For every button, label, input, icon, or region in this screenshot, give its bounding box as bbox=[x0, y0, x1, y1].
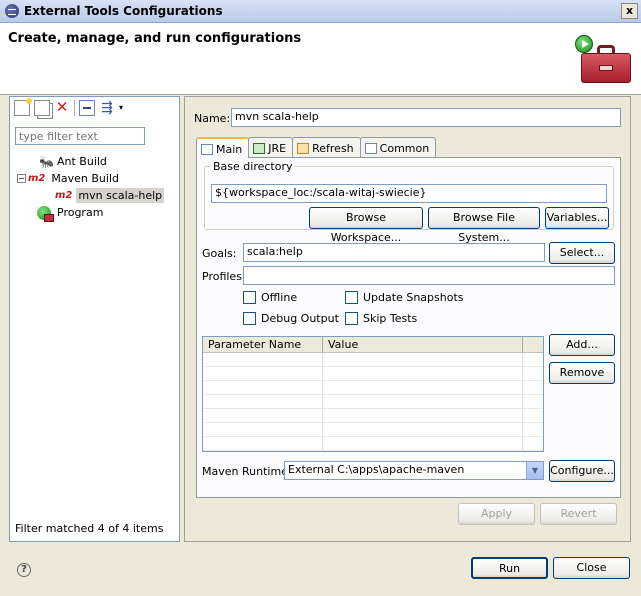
toolbox-icon bbox=[575, 35, 633, 87]
goals-input[interactable]: scala:help bbox=[243, 243, 545, 262]
maven-runtime-value: External C:\apps\apache-maven bbox=[288, 463, 465, 476]
table-row[interactable] bbox=[203, 381, 543, 395]
name-label: Name: bbox=[194, 112, 231, 125]
jre-tab-icon bbox=[253, 143, 266, 154]
tab-jre[interactable]: JRE bbox=[248, 137, 294, 157]
tree-item-label: Ant Build bbox=[57, 155, 107, 168]
tab-refresh[interactable]: Refresh bbox=[292, 137, 361, 157]
run-play-icon bbox=[575, 35, 593, 53]
run-button[interactable]: Run bbox=[471, 557, 548, 579]
table-row[interactable] bbox=[203, 423, 543, 437]
tree-item-label: mvn scala-help bbox=[76, 188, 165, 203]
tab-label: Common bbox=[379, 142, 430, 155]
ant-icon: 🐜 bbox=[39, 154, 54, 169]
skip-tests-checkbox[interactable]: Skip Tests bbox=[345, 312, 417, 325]
add-parameter-button[interactable]: Add... bbox=[549, 334, 615, 356]
parameters-table-header: Parameter Name Value bbox=[203, 337, 543, 353]
name-input[interactable]: mvn scala-help bbox=[231, 108, 621, 127]
filter-status: Filter matched 4 of 4 items bbox=[15, 522, 164, 535]
tree-item-label: Maven Build bbox=[51, 172, 119, 185]
toolbox-latch bbox=[599, 65, 613, 71]
goals-label: Goals: bbox=[202, 247, 237, 260]
filter-icon[interactable]: ⇶ bbox=[99, 100, 115, 116]
parameters-table[interactable]: Parameter Name Value bbox=[202, 336, 544, 452]
base-directory-input[interactable]: ${workspace_loc:/scala-witaj-swiecie} bbox=[211, 184, 607, 203]
dialog-heading: Create, manage, and run configurations bbox=[8, 31, 302, 46]
refresh-tab-icon bbox=[297, 143, 310, 154]
maven-runtime-label: Maven Runtime: bbox=[202, 465, 292, 478]
table-row[interactable] bbox=[203, 409, 543, 423]
checkbox-box[interactable] bbox=[243, 312, 256, 325]
browse-file-system-button[interactable]: Browse File System... bbox=[428, 207, 540, 244]
update-snapshots-checkbox[interactable]: Update Snapshots bbox=[345, 291, 464, 304]
revert-button[interactable]: Revert bbox=[540, 503, 617, 525]
m2-icon: m2 bbox=[55, 190, 73, 201]
window-title: External Tools Configurations bbox=[24, 4, 223, 18]
checkbox-label: Offline bbox=[261, 291, 298, 304]
remove-parameter-button[interactable]: Remove bbox=[549, 362, 615, 384]
main-tab-content: Base directory ${workspace_loc:/scala-wi… bbox=[196, 157, 621, 498]
tab-main[interactable]: Main bbox=[196, 137, 250, 158]
checkbox-label: Skip Tests bbox=[363, 312, 418, 325]
eclipse-icon bbox=[5, 4, 19, 18]
base-directory-group: Base directory ${workspace_loc:/scala-wi… bbox=[204, 160, 614, 244]
duplicate-configuration-icon[interactable] bbox=[34, 99, 50, 116]
tree-item-mvn-scala-help[interactable]: m2 mvn scala-help bbox=[15, 187, 175, 204]
checkbox-box[interactable] bbox=[345, 312, 358, 325]
column-header-parameter-name[interactable]: Parameter Name bbox=[203, 337, 323, 352]
common-tab-icon bbox=[364, 143, 377, 154]
close-button[interactable]: Close bbox=[553, 557, 630, 579]
table-row[interactable] bbox=[203, 353, 543, 367]
configuration-tree: 🐜 Ant Build − m2 Maven Build m2 mvn scal… bbox=[15, 153, 175, 222]
browse-workspace-button[interactable]: Browse Workspace... bbox=[309, 207, 423, 244]
checkbox-label: Debug Output bbox=[261, 312, 339, 325]
table-row[interactable] bbox=[203, 437, 543, 451]
main-tab-icon bbox=[201, 144, 213, 155]
configuration-editor: Name: mvn scala-help Main JRE Refresh Co… bbox=[184, 96, 631, 542]
maven-runtime-select[interactable]: External C:\apps\apache-maven ▼ bbox=[284, 461, 544, 480]
dialog-header: Create, manage, and run configurations bbox=[0, 23, 641, 95]
configuration-tabs: Main JRE Refresh Common bbox=[196, 137, 437, 158]
debug-output-checkbox[interactable]: Debug Output bbox=[243, 312, 339, 325]
tree-item-ant-build[interactable]: 🐜 Ant Build bbox=[15, 153, 175, 170]
view-menu-dropdown-icon[interactable]: ▾ bbox=[119, 100, 127, 116]
tab-label: Main bbox=[216, 143, 243, 156]
filter-input[interactable] bbox=[15, 127, 145, 145]
new-configuration-icon[interactable] bbox=[14, 97, 32, 116]
collapse-all-icon[interactable] bbox=[79, 99, 95, 116]
window-close-button[interactable]: x bbox=[621, 3, 638, 19]
configuration-tree-panel: ✕ ⇶ ▾ 🐜 Ant Build − m2 Maven Build m2 mv… bbox=[9, 96, 180, 542]
help-icon[interactable]: ? bbox=[17, 563, 31, 577]
table-row[interactable] bbox=[203, 395, 543, 409]
tree-item-program[interactable]: Program bbox=[15, 204, 175, 222]
column-header-value[interactable]: Value bbox=[323, 337, 523, 352]
profiles-input[interactable] bbox=[243, 266, 615, 285]
configure-button[interactable]: Configure... bbox=[549, 460, 615, 482]
table-row[interactable] bbox=[203, 367, 543, 381]
tree-item-maven-build[interactable]: − m2 Maven Build bbox=[15, 170, 175, 187]
tab-label: JRE bbox=[268, 142, 287, 155]
tree-toolbar: ✕ ⇶ ▾ bbox=[10, 97, 179, 119]
toolbar-separator bbox=[74, 99, 75, 116]
checkbox-box[interactable] bbox=[243, 291, 256, 304]
apply-button[interactable]: Apply bbox=[458, 503, 535, 525]
title-bar: External Tools Configurations x bbox=[0, 0, 641, 23]
tree-item-label: Program bbox=[57, 206, 104, 219]
profiles-label: Profiles: bbox=[202, 270, 246, 283]
chevron-down-icon[interactable]: ▼ bbox=[526, 462, 543, 479]
tab-common[interactable]: Common bbox=[359, 137, 437, 157]
column-header-filler bbox=[523, 337, 543, 352]
program-icon bbox=[37, 205, 54, 222]
goals-select-button[interactable]: Select... bbox=[549, 242, 615, 264]
checkbox-label: Update Snapshots bbox=[363, 291, 464, 304]
offline-checkbox[interactable]: Offline bbox=[243, 291, 297, 304]
tab-label: Refresh bbox=[312, 142, 354, 155]
delete-configuration-icon[interactable]: ✕ bbox=[54, 99, 70, 116]
checkbox-box[interactable] bbox=[345, 291, 358, 304]
base-directory-title: Base directory bbox=[211, 160, 295, 173]
collapse-toggle-icon[interactable]: − bbox=[17, 174, 26, 183]
m2-icon: m2 bbox=[28, 173, 46, 184]
variables-button[interactable]: Variables... bbox=[545, 207, 609, 229]
